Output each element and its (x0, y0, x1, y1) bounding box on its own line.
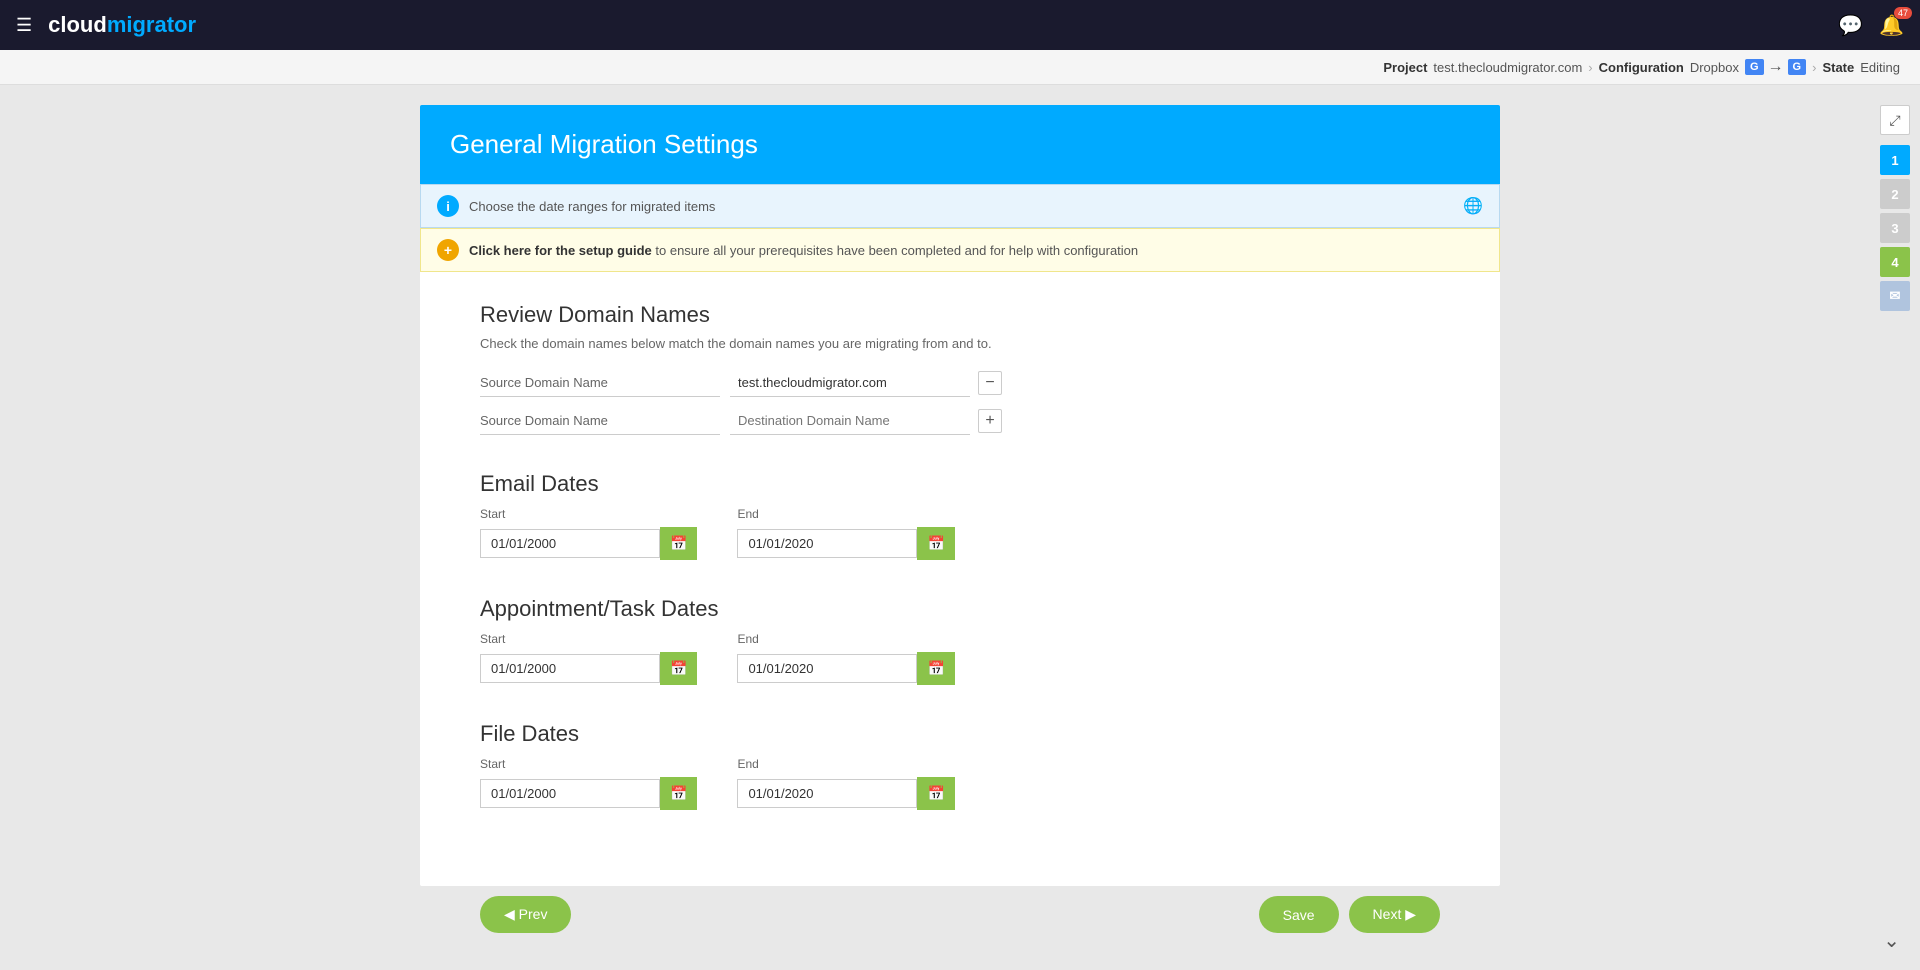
config-label: Configuration (1599, 60, 1684, 75)
email-dates-section: Email Dates Start 📅 End 📅 (480, 471, 1440, 560)
domain-title: Review Domain Names (480, 302, 1440, 328)
file-end-cal-btn[interactable]: 📅 (917, 777, 954, 810)
top-navigation: ☰ cloudmigrator 💬 🔔 47 (0, 0, 1920, 50)
file-end-group: End 📅 (737, 757, 954, 810)
appointment-dates-title: Appointment/Task Dates (480, 596, 1440, 622)
email-end-group: End 📅 (737, 507, 954, 560)
appt-start-wrap: 📅 (480, 652, 697, 685)
file-start-group: Start 📅 (480, 757, 697, 810)
setup-text: Click here for the setup guide to ensure… (469, 243, 1138, 258)
email-end-cal-btn[interactable]: 📅 (917, 527, 954, 560)
source-domain-label-1[interactable] (480, 369, 720, 397)
appt-start-cal-btn[interactable]: 📅 (660, 652, 697, 685)
hamburger-icon[interactable]: ☰ (16, 15, 32, 36)
chat-icon[interactable]: 💬 (1838, 13, 1863, 38)
email-end-input[interactable] (737, 529, 917, 558)
google-dst-icon: G (1788, 59, 1807, 75)
appt-end-wrap: 📅 (737, 652, 954, 685)
appt-end-group: End 📅 (737, 632, 954, 685)
email-start-group: Start 📅 (480, 507, 697, 560)
setup-bar: + Click here for the setup guide to ensu… (420, 228, 1500, 272)
chevron-down-icon[interactable]: ⌄ (1883, 928, 1900, 953)
next-button-group: Save Next ▶ (1259, 896, 1440, 933)
setup-icon: + (437, 239, 459, 261)
appointment-date-row: Start 📅 End 📅 (480, 632, 1440, 685)
appt-end-cal-btn[interactable]: 📅 (917, 652, 954, 685)
page-title: General Migration Settings (450, 129, 1470, 160)
arrow-right-icon: → (1768, 58, 1784, 76)
step-3-button[interactable]: 3 (1880, 213, 1910, 243)
project-value: test.thecloudmigrator.com (1433, 60, 1582, 75)
destination-domain-value-2[interactable] (730, 407, 970, 435)
remove-domain-btn-1[interactable]: − (978, 371, 1002, 395)
project-label: Project (1383, 60, 1427, 75)
file-start-wrap: 📅 (480, 777, 697, 810)
domain-row-2: + (480, 407, 1440, 435)
notification-badge: 47 (1894, 7, 1912, 19)
white-card: Review Domain Names Check the domain nam… (420, 272, 1500, 886)
save-button[interactable]: Save (1259, 896, 1339, 933)
file-end-label: End (737, 757, 954, 771)
notifications-icon[interactable]: 🔔 47 (1879, 13, 1904, 38)
expand-button[interactable]: ⤢ (1880, 105, 1910, 135)
logo-cloud: cloud (48, 12, 107, 38)
file-dates-section: File Dates Start 📅 End 📅 (480, 721, 1440, 810)
email-dates-title: Email Dates (480, 471, 1440, 497)
file-date-row: Start 📅 End 📅 (480, 757, 1440, 810)
appt-start-input[interactable] (480, 654, 660, 683)
prev-button[interactable]: ◀ Prev (480, 896, 571, 933)
domain-desc: Check the domain names below match the d… (480, 336, 1440, 351)
file-start-label: Start (480, 757, 697, 771)
right-panel: ⤢ 1 2 3 4 ✉ (1880, 95, 1910, 311)
file-end-input[interactable] (737, 779, 917, 808)
setup-guide-link[interactable]: Click here for the setup guide (469, 243, 652, 258)
state-label: State (1822, 60, 1854, 75)
email-start-input[interactable] (480, 529, 660, 558)
info-bar: i Choose the date ranges for migrated it… (420, 184, 1500, 228)
globe-icon[interactable]: 🌐 (1463, 196, 1483, 216)
send-button[interactable]: ✉ (1880, 281, 1910, 311)
next-button[interactable]: Next ▶ (1349, 896, 1440, 933)
appt-start-label: Start (480, 632, 697, 646)
file-end-wrap: 📅 (737, 777, 954, 810)
state-value: Editing (1860, 60, 1900, 75)
file-start-cal-btn[interactable]: 📅 (660, 777, 697, 810)
logo-migrator: migrator (107, 12, 196, 38)
appt-start-group: Start 📅 (480, 632, 697, 685)
email-end-wrap: 📅 (737, 527, 954, 560)
info-text: Choose the date ranges for migrated item… (469, 199, 715, 214)
google-src-icon: G (1745, 59, 1764, 75)
info-icon: i (437, 195, 459, 217)
email-date-row: Start 📅 End 📅 (480, 507, 1440, 560)
config-value: Dropbox (1690, 60, 1739, 75)
add-domain-btn-2[interactable]: + (978, 409, 1002, 433)
step-2-button[interactable]: 2 (1880, 179, 1910, 209)
source-domain-value-1[interactable] (730, 369, 970, 397)
appt-end-label: End (737, 632, 954, 646)
email-start-wrap: 📅 (480, 527, 697, 560)
breadcrumb: Project test.thecloudmigrator.com › Conf… (0, 50, 1920, 85)
logo: cloudmigrator (48, 12, 196, 38)
separator2: › (1812, 60, 1816, 75)
email-start-cal-btn[interactable]: 📅 (660, 527, 697, 560)
setup-suffix: to ensure all your prerequisites have be… (655, 243, 1138, 258)
domain-row-1: − (480, 369, 1440, 397)
step-1-button[interactable]: 1 (1880, 145, 1910, 175)
email-start-label: Start (480, 507, 697, 521)
content-area: General Migration Settings i Choose the … (420, 105, 1500, 943)
header-card: General Migration Settings (420, 105, 1500, 184)
main-layout: General Migration Settings i Choose the … (0, 85, 1920, 963)
step-4-button[interactable]: 4 (1880, 247, 1910, 277)
file-start-input[interactable] (480, 779, 660, 808)
separator1: › (1588, 60, 1592, 75)
source-domain-label-2[interactable] (480, 407, 720, 435)
appointment-dates-section: Appointment/Task Dates Start 📅 End � (480, 596, 1440, 685)
email-end-label: End (737, 507, 954, 521)
migration-icons: G → G (1745, 58, 1806, 76)
file-dates-title: File Dates (480, 721, 1440, 747)
domain-section: Review Domain Names Check the domain nam… (480, 302, 1440, 435)
bottom-bar: ◀ Prev Save Next ▶ (420, 886, 1500, 943)
appt-end-input[interactable] (737, 654, 917, 683)
